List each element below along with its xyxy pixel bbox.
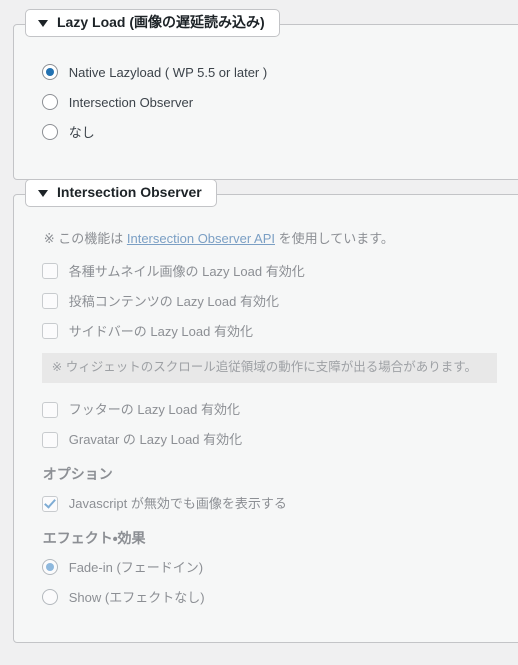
checkbox-row-post-content[interactable]: 投稿コンテンツの Lazy Load 有効化 <box>41 289 518 314</box>
checkbox-sidebar[interactable] <box>41 323 58 340</box>
radio-row-none[interactable]: なし <box>41 120 518 145</box>
checkbox-nojs-images[interactable] <box>41 495 58 512</box>
radio-row-intersection-observer[interactable]: Intersection Observer <box>41 90 518 115</box>
checkbox-row-nojs-images[interactable]: Javascript が無効でも画像を表示する <box>41 491 518 516</box>
checkbox-row-footer[interactable]: フッターの Lazy Load 有効化 <box>41 397 518 422</box>
checkbox-label-post-content: 投稿コンテンツの Lazy Load 有効化 <box>68 293 279 309</box>
radio-row-fade-in[interactable]: Fade-in (フェードイン) <box>41 555 518 580</box>
checkbox-row-gravatar[interactable]: Gravatar の Lazy Load 有効化 <box>41 427 518 452</box>
checkbox-label-sidebar: サイドバーの Lazy Load 有効化 <box>68 323 253 339</box>
checkbox-label-gravatar: Gravatar の Lazy Load 有効化 <box>68 432 243 448</box>
checkbox-gravatar[interactable] <box>41 431 58 448</box>
api-note: ※ この機能は Intersection Observer API を使用してい… <box>44 230 518 248</box>
lazy-load-panel-body: Native Lazyload ( WP 5.5 or later ) Inte… <box>24 30 518 171</box>
checkbox-row-sidebar[interactable]: サイドバーの Lazy Load 有効化 <box>41 319 518 344</box>
intersection-observer-panel-legend-label: Intersection Observer <box>57 184 202 200</box>
checkbox-thumbnails[interactable] <box>41 263 58 280</box>
intersection-observer-panel: Intersection Observer ※ この機能は Intersecti… <box>13 179 518 643</box>
lazy-load-panel: Lazy Load (画像の遅延読み込み) Native Lazyload ( … <box>13 9 518 180</box>
radio-label-show: Show (エフェクトなし) <box>68 589 205 605</box>
api-note-suffix: を使用しています。 <box>275 230 394 246</box>
settings-page: Lazy Load (画像の遅延読み込み) Native Lazyload ( … <box>0 0 518 665</box>
intersection-observer-api-link[interactable]: Intersection Observer API <box>127 231 275 246</box>
radio-none[interactable] <box>41 124 58 141</box>
radio-native-lazyload[interactable] <box>41 64 58 81</box>
api-note-prefix: ※ この機能は <box>43 230 127 246</box>
intersection-observer-panel-legend[interactable]: Intersection Observer <box>25 179 217 208</box>
radio-row-native-lazyload[interactable]: Native Lazyload ( WP 5.5 or later ) <box>41 60 518 85</box>
effect-heading: エフェクト・効果 <box>42 530 146 547</box>
radio-label-native-lazyload: Native Lazyload ( WP 5.5 or later ) <box>68 64 268 80</box>
radio-label-fade-in: Fade-in (フェードイン) <box>68 559 204 575</box>
checkbox-post-content[interactable] <box>41 293 58 310</box>
radio-show[interactable] <box>41 589 58 606</box>
options-heading: オプション <box>42 466 113 483</box>
intersection-observer-panel-body: ※ この機能は Intersection Observer API を使用してい… <box>24 200 518 626</box>
lazy-load-panel-legend-label: Lazy Load (画像の遅延読み込み) <box>57 14 265 30</box>
lazy-load-panel-legend[interactable]: Lazy Load (画像の遅延読み込み) <box>25 9 280 38</box>
radio-row-show[interactable]: Show (エフェクトなし) <box>41 585 518 610</box>
radio-label-none: なし <box>68 124 95 140</box>
triangle-down-icon <box>38 189 48 197</box>
checkbox-label-nojs-images: Javascript が無効でも画像を表示する <box>68 496 287 512</box>
checkbox-row-thumbnails[interactable]: 各種サムネイル画像の Lazy Load 有効化 <box>41 259 518 284</box>
radio-label-intersection-observer: Intersection Observer <box>68 94 194 110</box>
triangle-down-icon <box>38 19 48 27</box>
widget-scroll-warning: ※ ウィジェットのスクロール追従領域の動作に支障が出る場合があります。 <box>41 352 497 384</box>
radio-fade-in[interactable] <box>41 559 58 576</box>
radio-intersection-observer[interactable] <box>41 94 58 111</box>
checkbox-footer[interactable] <box>41 401 58 418</box>
checkbox-label-footer: フッターの Lazy Load 有効化 <box>68 402 240 418</box>
checkbox-label-thumbnails: 各種サムネイル画像の Lazy Load 有効化 <box>68 263 305 279</box>
